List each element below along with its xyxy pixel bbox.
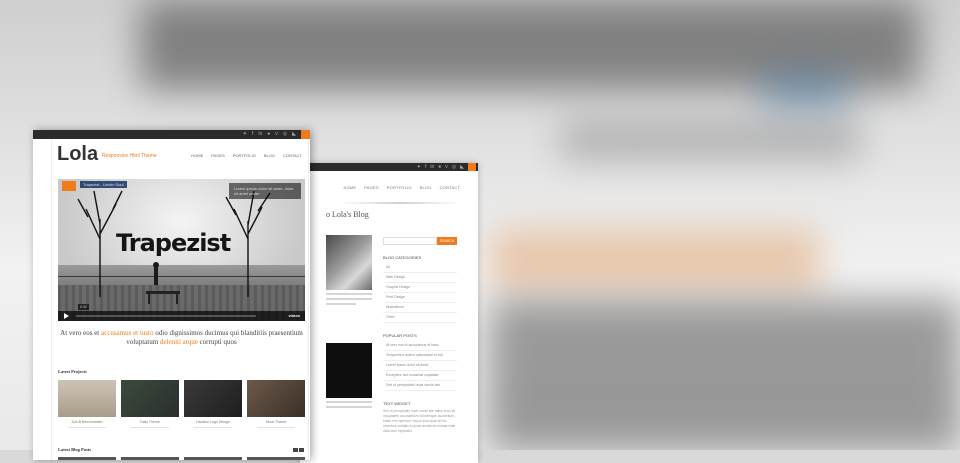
rss-icon[interactable]: ◣: [460, 163, 464, 171]
popular-post[interactable]: At vero eos et accusamus et iusto: [383, 341, 457, 351]
vimeo-icon[interactable]: v: [275, 130, 278, 139]
blog-sidebar: SEARCH BLOG CATEGORIES All Web Design Gr…: [383, 237, 457, 434]
search-icon[interactable]: [301, 130, 310, 139]
nav-blog[interactable]: BLOG: [420, 185, 432, 190]
divider: [340, 202, 460, 204]
project-title[interactable]: Daily Theme: [121, 420, 179, 424]
vimeo-logo[interactable]: vimeo: [288, 313, 300, 318]
projects-grid: Join B Benchmarker Daily Theme Havalon L…: [58, 380, 305, 428]
search-icon[interactable]: [468, 163, 476, 171]
site-tagline: Responsive Html Theme: [102, 153, 157, 159]
popular-post[interactable]: Lorem ipsum dolor sit amet: [383, 361, 457, 371]
post-image[interactable]: [326, 235, 372, 290]
category-item[interactable]: Print Design: [383, 293, 457, 303]
back-topbar: ✦ f in ● v ◎ ◣: [300, 163, 478, 171]
popular-heading: POPULAR POSTS: [383, 333, 417, 338]
video-caption: Lorem ipsum dolor sit amet, dolor sit am…: [229, 183, 301, 199]
text-widget-body: Sed ut perspiciatis unde omnis iste natu…: [383, 409, 456, 433]
nav-contact[interactable]: CONTACT: [283, 153, 302, 158]
project-title[interactable]: Havalon Logo Design: [184, 420, 242, 424]
main-nav: HOME PAGES PORTFOLIO BLOG CONTACT: [191, 153, 302, 158]
dribbble-icon[interactable]: ◎: [283, 130, 287, 139]
nav-home[interactable]: HOME: [343, 185, 356, 190]
blog-posts-strip: [58, 457, 305, 460]
video-player[interactable]: Trapezist Trapezist - Urchin Soul Lorem …: [58, 179, 305, 321]
project-card[interactable]: Daily Theme: [121, 380, 179, 428]
post-thumbnail[interactable]: [247, 457, 305, 460]
carousel-arrows: [293, 448, 304, 452]
linkedin-icon[interactable]: in: [430, 163, 434, 171]
category-item[interactable]: Illustrations: [383, 303, 457, 313]
nav-home[interactable]: HOME: [191, 153, 203, 158]
site-logo[interactable]: Lola: [57, 143, 98, 166]
page-content: Lola Responsive Html Theme HOME PAGES PO…: [51, 139, 309, 460]
project-thumbnail[interactable]: [184, 380, 242, 417]
facebook-icon[interactable]: f: [425, 163, 426, 171]
post-thumbnail[interactable]: [58, 457, 116, 460]
text-widget-heading: TEXT WIDGET: [383, 401, 411, 406]
popular-post[interactable]: Temporibus autem quibusdam et aut: [383, 351, 457, 361]
twitter-icon[interactable]: ✦: [243, 130, 247, 139]
front-topbar: ✦ f in ● v ◎ ◣: [33, 130, 310, 139]
flickr-icon[interactable]: ●: [267, 130, 270, 139]
post-thumbnail[interactable]: [184, 457, 242, 460]
post-thumbnail[interactable]: [121, 457, 179, 460]
nav-contact[interactable]: CONTACT: [440, 185, 460, 190]
category-item[interactable]: Graphic Design: [383, 283, 457, 293]
category-item[interactable]: Web Design: [383, 273, 457, 283]
next-arrow-icon[interactable]: [299, 448, 304, 452]
twitter-icon[interactable]: ✦: [417, 163, 421, 171]
linkedin-icon[interactable]: in: [258, 130, 262, 139]
back-main-nav: HOME PAGES PORTFOLIO BLOG CONTACT: [343, 185, 460, 190]
back-browser-window: ✦ f in ● v ◎ ◣ HOME PAGES PORTFOLIO BLOG…: [300, 163, 478, 463]
time-badge: 0:32: [78, 304, 89, 310]
search-form: SEARCH: [383, 237, 457, 245]
hero-word: Trapezist: [116, 229, 231, 257]
search-button[interactable]: SEARCH: [437, 237, 457, 245]
channel-avatar[interactable]: [62, 181, 76, 191]
project-title[interactable]: Moon Theme: [247, 420, 305, 424]
facebook-icon[interactable]: f: [252, 130, 253, 139]
vimeo-icon[interactable]: v: [445, 163, 448, 171]
play-icon[interactable]: [64, 313, 69, 319]
post-image[interactable]: [326, 343, 372, 398]
nav-portfolio[interactable]: PORTFOLIO: [233, 153, 256, 158]
popular-post[interactable]: Sed ut perspiciatis unde omnis iste: [383, 381, 457, 391]
categories-heading: BLOG CATEGORIES: [383, 255, 422, 260]
intro-text: At vero eos et accusamus et iusto odio d…: [60, 329, 303, 346]
player-controls: 0:32 vimeo: [58, 304, 305, 321]
nav-pages[interactable]: PAGES: [211, 153, 225, 158]
nav-pages[interactable]: PAGES: [364, 185, 379, 190]
project-title[interactable]: Join B Benchmarker: [58, 420, 116, 424]
front-browser-window: ✦ f in ● v ◎ ◣ Lola Responsive Html Them…: [33, 130, 310, 460]
blog-title: o Lola's Blog: [326, 210, 369, 219]
project-card[interactable]: Join B Benchmarker: [58, 380, 116, 428]
project-thumbnail[interactable]: [121, 380, 179, 417]
prev-arrow-icon[interactable]: [293, 448, 298, 452]
nav-blog[interactable]: BLOG: [264, 153, 275, 158]
progress-bar[interactable]: [76, 315, 256, 317]
project-card[interactable]: Moon Theme: [247, 380, 305, 428]
search-input[interactable]: [383, 237, 437, 245]
video-title[interactable]: Trapezist - Urchin Soul: [80, 181, 127, 188]
latest-projects-heading: Latest Projects: [58, 369, 87, 374]
dribbble-icon[interactable]: ◎: [452, 163, 456, 171]
project-thumbnail[interactable]: [247, 380, 305, 417]
category-item[interactable]: Other: [383, 313, 457, 323]
flickr-icon[interactable]: ●: [438, 163, 441, 171]
blog-posts-column: [326, 235, 372, 408]
nav-portfolio[interactable]: PORTFOLIO: [387, 185, 412, 190]
category-item[interactable]: All: [383, 263, 457, 273]
project-thumbnail[interactable]: [58, 380, 116, 417]
project-card[interactable]: Havalon Logo Design: [184, 380, 242, 428]
rss-icon[interactable]: ◣: [292, 130, 296, 139]
popular-post[interactable]: Excepteur sint occaecat cupidatat: [383, 371, 457, 381]
